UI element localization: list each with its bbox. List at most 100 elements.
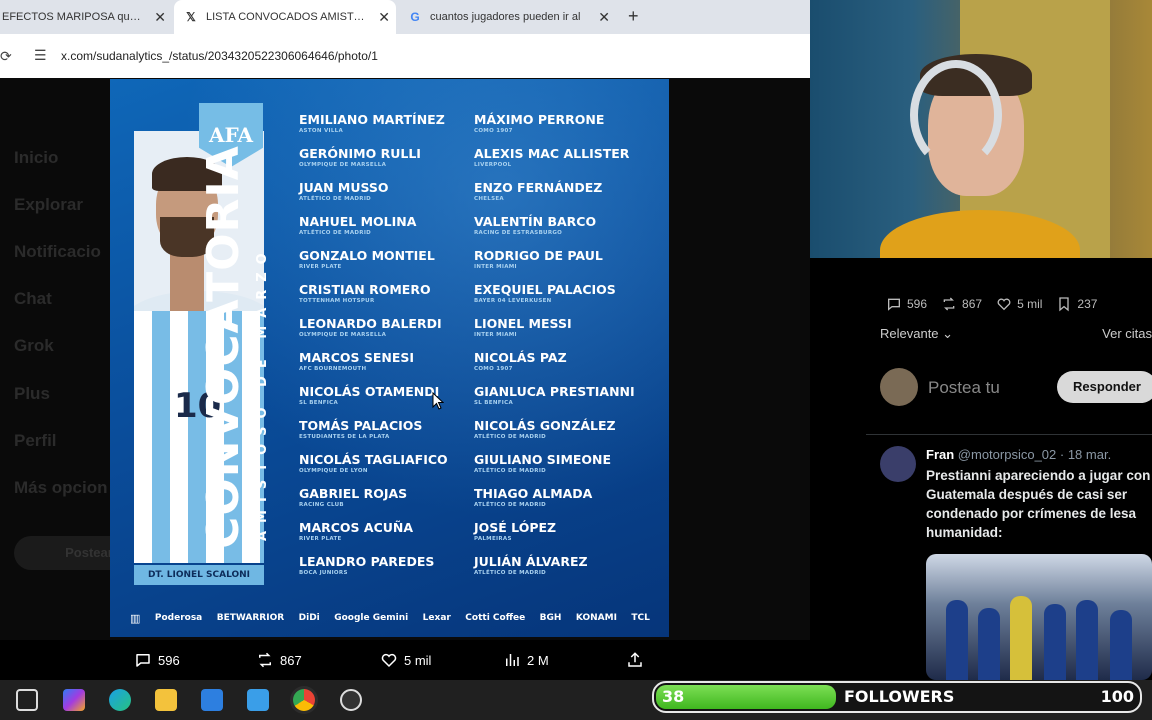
copilot-icon[interactable] <box>63 689 85 711</box>
media-figure <box>1010 596 1032 680</box>
browser-tab-3[interactable]: G cuantos jugadores pueden ir al ✕ <box>398 0 616 34</box>
bookmark-count: 237 <box>1077 297 1098 311</box>
player-club: INTER MIAMI <box>474 332 517 338</box>
player-club: RIVER PLATE <box>299 536 342 542</box>
player-name: LEONARDO BALERDI <box>299 316 442 331</box>
streamer <box>880 54 1080 258</box>
player-club: INTER MIAMI <box>474 264 517 270</box>
sidebar-item-chat[interactable]: Chat <box>14 289 52 309</box>
sidebar-item-more[interactable]: Más opcion <box>14 478 108 498</box>
repost-stat[interactable]: 867 <box>941 296 982 312</box>
player-club: RIVER PLATE <box>299 264 342 270</box>
player-entry: LIONEL MESSI INTER MIAMI <box>474 317 635 351</box>
player-club: ATLÉTICO DE MADRID <box>474 468 547 474</box>
media-figure <box>978 608 1000 680</box>
close-icon[interactable]: ✕ <box>154 9 166 26</box>
reply-input[interactable]: Postea tu <box>928 378 1000 398</box>
close-icon[interactable]: ✕ <box>378 9 390 26</box>
player-entry: LEANDRO PAREDES BOCA JUNIORS <box>299 555 448 589</box>
reply-stat[interactable]: 596 <box>886 296 927 312</box>
player-name: NICOLÁS OTAMENDI <box>299 384 440 399</box>
player-club: OLYMPIQUE DE MARSELLA <box>299 332 387 338</box>
roster-left-column: EMILIANO MARTÍNEZ ASTON VILLA GERÓNIMO RUL… <box>299 113 448 589</box>
player-club: PALMEIRAS <box>474 536 512 542</box>
tab-title: EFECTOS MARIPOSA que al <box>2 11 142 23</box>
obs-icon[interactable] <box>340 689 362 711</box>
view-quotes-link[interactable]: Ver citas <box>1102 326 1152 341</box>
player-name: MARCOS ACUÑA <box>299 520 414 535</box>
player-entry: NICOLÁS PAZ COMO 1907 <box>474 351 635 385</box>
view-count: 2 M <box>527 652 549 668</box>
bookmark-stat[interactable]: 237 <box>1056 296 1097 312</box>
sponsor-logo: BETWARRIOR <box>216 613 285 623</box>
media-figure <box>1110 610 1132 680</box>
player-club: RACING DE ESTRASBURGO <box>474 230 563 236</box>
close-icon[interactable]: ✕ <box>598 9 610 26</box>
browser-tab-1[interactable]: EFECTOS MARIPOSA que al ✕ <box>0 0 172 34</box>
followers-goal-widget: 38 FOLLOWERS 100 <box>652 681 1142 713</box>
browser-tab-bar: EFECTOS MARIPOSA que al ✕ 𝕏 LISTA CONVOC… <box>0 0 810 34</box>
player-entry: RODRIGO DE PAUL INTER MIAMI <box>474 249 635 283</box>
reply-author-name: Fran <box>926 447 955 462</box>
reply-author[interactable]: Fran @motorpsico_02 · 18 mar. <box>926 447 1111 462</box>
player-name: MÁXIMO PERRONE <box>474 112 605 127</box>
share-button[interactable] <box>626 651 650 669</box>
post-action-bar: 596 867 5 mil 2 M <box>0 640 810 680</box>
sponsor-logo: Cotti Coffee <box>465 613 526 623</box>
player-club: TOTTENHAM HOTSPUR <box>299 298 375 304</box>
task-view-icon[interactable] <box>16 689 38 711</box>
convocatoria-image: 10 AFA CONVOCATORIA AMISTOSO DE MARZO DT… <box>110 79 669 637</box>
player-entry: NICOLÁS TAGLIAFICO OLYMPIQUE DE LYON <box>299 453 448 487</box>
reply-button[interactable]: 596 <box>134 651 180 669</box>
player-name: VALENTÍN BARCO <box>474 214 597 229</box>
reload-icon[interactable]: ⟳ <box>0 48 12 65</box>
poster-subtitle: AMISTOSO DE MARZO <box>255 245 270 541</box>
views-button[interactable]: 2 M <box>503 651 549 669</box>
player-name: GIULIANO SIMEONE <box>474 452 612 467</box>
divider <box>866 434 1152 435</box>
edge-icon[interactable] <box>109 689 131 711</box>
player-club: ASTON VILLA <box>299 128 344 134</box>
sort-dropdown[interactable]: Relevante ⌄ <box>880 326 953 342</box>
player-entry: EXEQUIEL PALACIOS BAYER 04 LEVERKUSEN <box>474 283 635 317</box>
like-button[interactable]: 5 mil <box>380 651 431 669</box>
player-entry: JULIÁN ÁLVAREZ ATLÉTICO DE MADRID <box>474 555 635 589</box>
player-name: RODRIGO DE PAUL <box>474 248 603 263</box>
player-name: NICOLÁS PAZ <box>474 350 567 365</box>
share-icon <box>628 652 642 667</box>
reply-avatar[interactable] <box>880 446 916 482</box>
repost-button[interactable]: 867 <box>256 651 302 669</box>
site-info-icon[interactable]: ☰ <box>34 47 47 64</box>
sidebar-item-plus[interactable]: Plus <box>14 384 50 404</box>
browser-tab-2[interactable]: 𝕏 LISTA CONVOCADOS AMISTOS ✕ <box>174 0 396 34</box>
url-text[interactable]: x.com/sudanalytics_/status/2034320522306… <box>61 49 378 63</box>
mouse-cursor-icon <box>432 392 444 410</box>
player-entry: GIANLUCA PRESTIANNI SL BENFICA <box>474 385 635 419</box>
file-explorer-icon[interactable] <box>155 689 177 711</box>
like-stat[interactable]: 5 mil <box>996 296 1042 312</box>
reply-media[interactable] <box>926 554 1152 680</box>
sidebar-item-home[interactable]: Inicio <box>14 148 58 168</box>
sidebar-item-explore[interactable]: Explorar <box>14 195 83 215</box>
heart-icon <box>381 653 397 668</box>
comment-icon <box>136 654 150 667</box>
player-club: LIVERPOOL <box>474 162 512 168</box>
outlook-icon[interactable] <box>247 689 269 711</box>
player-club: RACING CLUB <box>299 502 344 508</box>
player-name: GIANLUCA PRESTIANNI <box>474 384 635 399</box>
store-icon[interactable] <box>201 689 223 711</box>
player-entry: TOMÁS PALACIOS ESTUDIANTES DE LA PLATA <box>299 419 448 453</box>
reply-submit-button[interactable]: Responder <box>1057 371 1152 403</box>
new-tab-icon[interactable]: + <box>628 6 639 27</box>
sidebar-item-profile[interactable]: Perfil <box>14 431 57 451</box>
replies-panel: 596 867 5 mil 237 Relevante ⌄ Ver citas … <box>866 258 1152 680</box>
repost-count: 867 <box>962 297 983 311</box>
sidebar-item-grok[interactable]: Grok <box>14 336 54 356</box>
tab-title: LISTA CONVOCADOS AMISTOS <box>206 11 366 23</box>
sidebar-item-notifications[interactable]: Notificacio <box>14 242 101 262</box>
sponsor-logo: TCL <box>631 613 650 623</box>
player-entry: MARCOS SENESI AFC BOURNEMOUTH <box>299 351 448 385</box>
player-entry: NICOLÁS OTAMENDI SL BENFICA <box>299 385 448 419</box>
sponsor-logo: KONAMI <box>575 613 617 623</box>
chrome-icon[interactable] <box>293 689 315 711</box>
